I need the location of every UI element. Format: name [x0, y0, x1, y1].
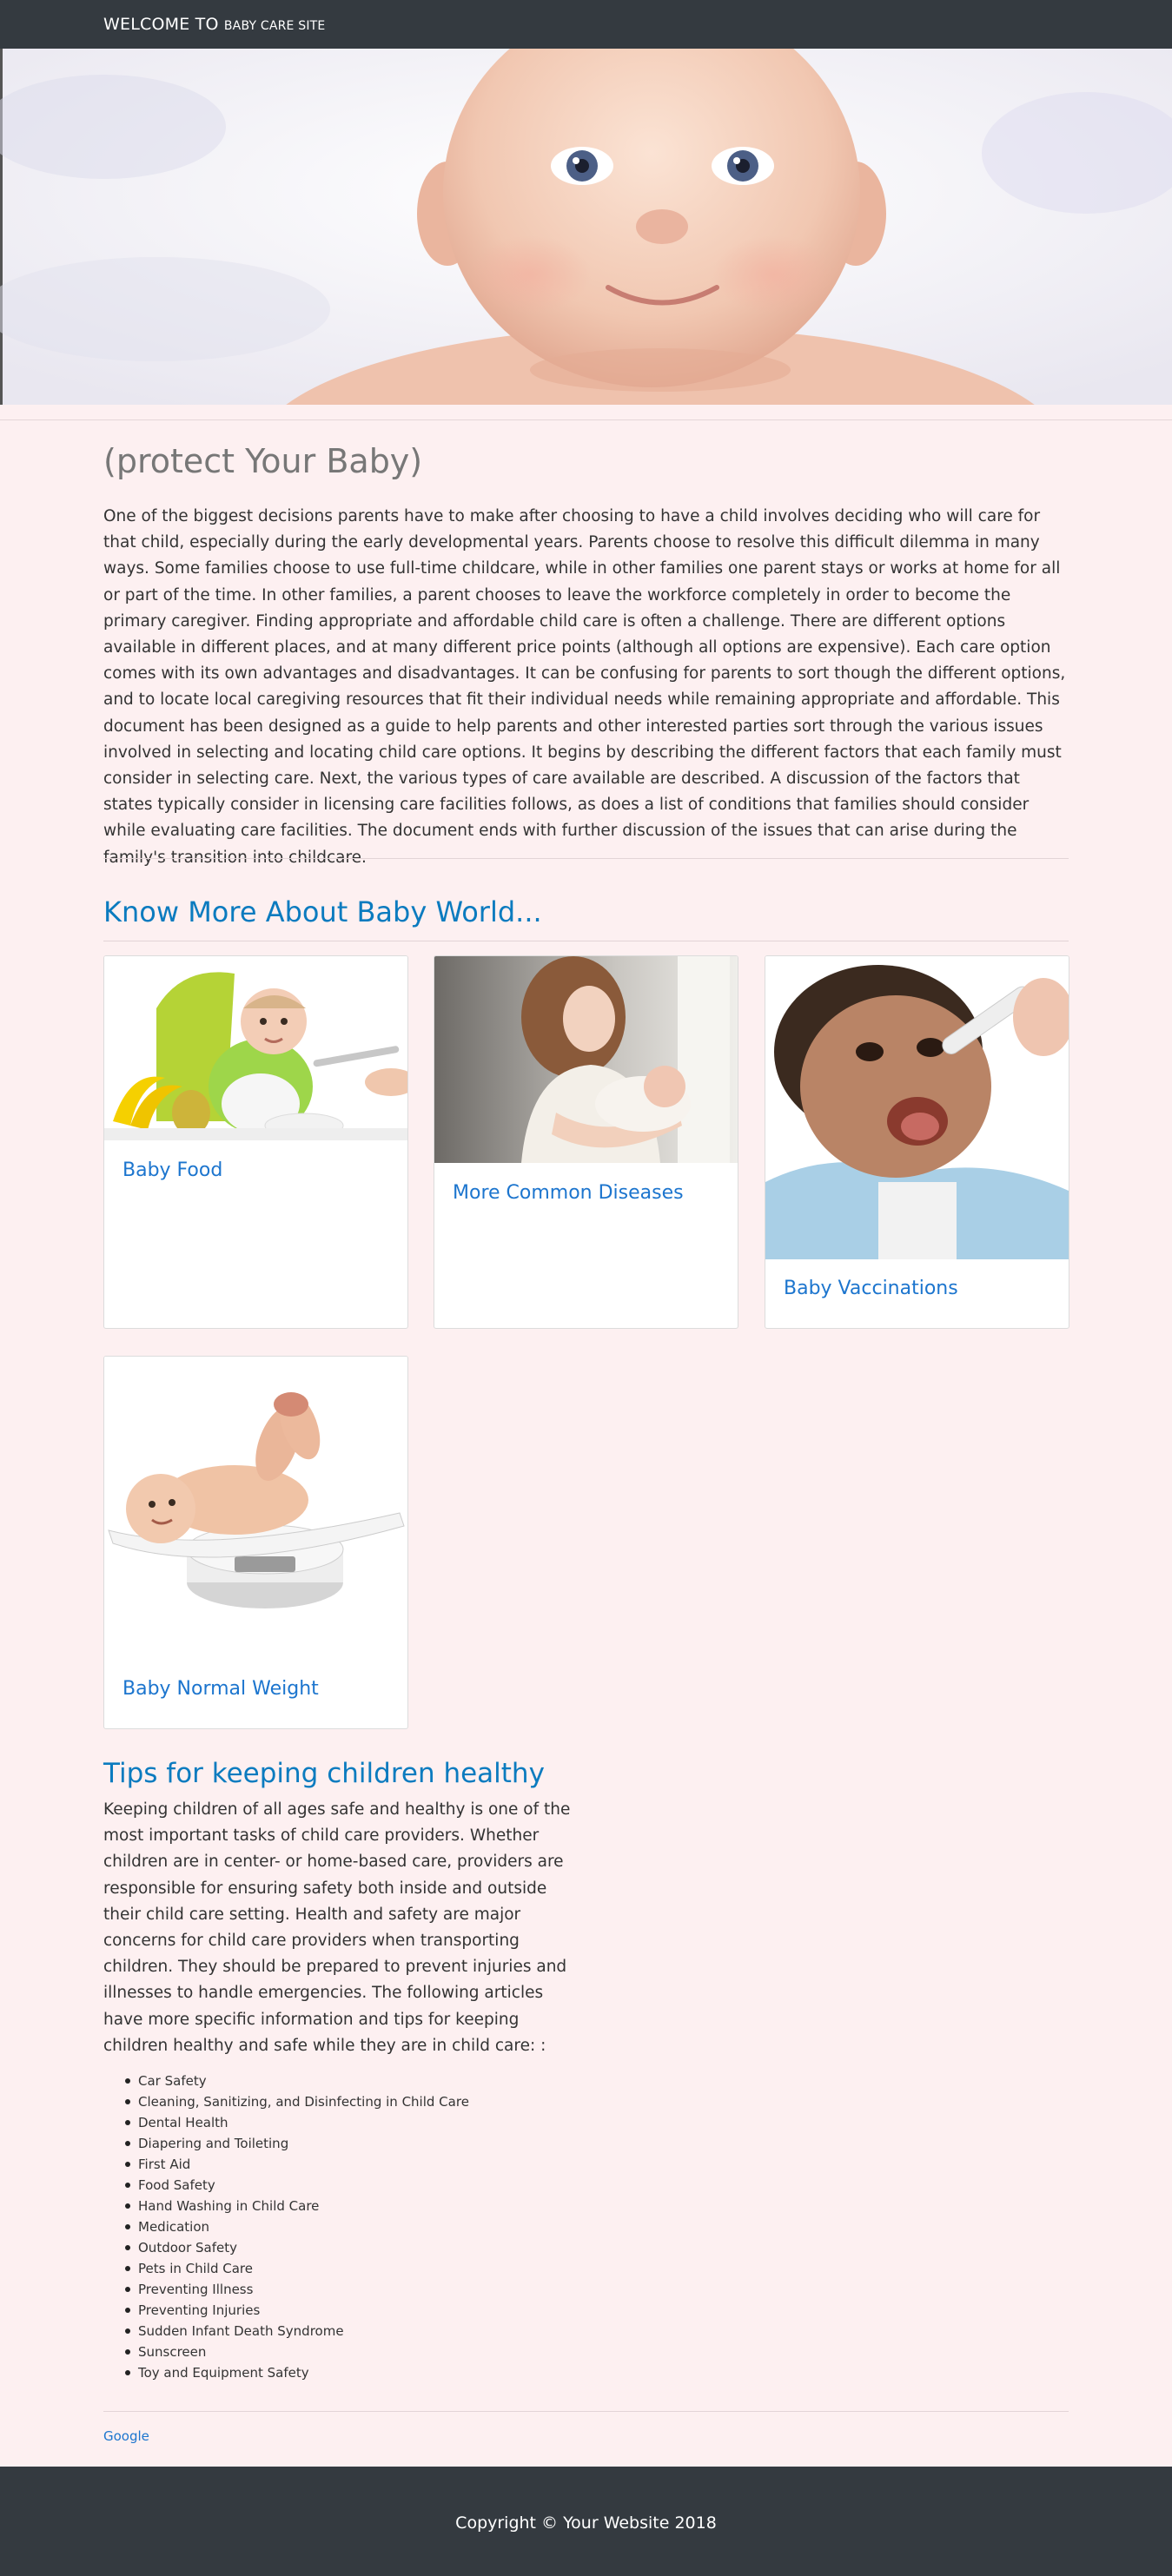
list-item: Diapering and Toileting	[125, 2133, 469, 2154]
list-item: First Aid	[125, 2154, 469, 2175]
list-item: Cleaning, Sanitizing, and Disinfecting i…	[125, 2091, 469, 2112]
site-brand-link[interactable]: WELCOME TO BABY CARE SITE	[103, 15, 325, 36]
baby-food-photo	[104, 956, 407, 1140]
list-item: Preventing Illness	[125, 2279, 469, 2300]
page-title: (protect Your Baby)	[103, 442, 423, 480]
list-item: Sunscreen	[125, 2342, 469, 2362]
tips-heading: Tips for keeping children healthy	[103, 1758, 545, 1789]
list-item: Car Safety	[125, 2071, 469, 2091]
card-image-vaccinations[interactable]	[765, 956, 1069, 1259]
brand-small-text: BABY CARE SITE	[223, 19, 326, 33]
copyright-text: Copyright © Your Website 2018	[455, 2513, 717, 2533]
know-more-heading: Know More About Baby World...	[103, 895, 542, 928]
top-navbar: WELCOME TO BABY CARE SITE	[0, 0, 1172, 49]
card-common-diseases: More Common Diseases	[434, 955, 738, 1329]
section-divider	[103, 858, 1069, 859]
card-image-common-diseases[interactable]	[434, 956, 738, 1163]
card-title-normal-weight[interactable]: Baby Normal Weight	[122, 1677, 319, 1701]
card-title-vaccinations[interactable]: Baby Vaccinations	[784, 1277, 958, 1301]
hero-divider	[0, 419, 1172, 420]
list-item: Medication	[125, 2216, 469, 2237]
card-title-common-diseases[interactable]: More Common Diseases	[453, 1181, 684, 1205]
list-item: Food Safety	[125, 2175, 469, 2196]
list-item: Pets in Child Care	[125, 2258, 469, 2279]
list-item: Preventing Injuries	[125, 2300, 469, 2321]
section-divider	[103, 2411, 1069, 2412]
brand-main-text: WELCOME TO	[103, 15, 219, 34]
card-image-normal-weight[interactable]	[104, 1357, 407, 1660]
baby-face-illustration	[0, 49, 1172, 405]
card-title-baby-food[interactable]: Baby Food	[122, 1159, 222, 1183]
card-normal-weight: Baby Normal Weight	[103, 1356, 408, 1729]
list-item: Sudden Infant Death Syndrome	[125, 2321, 469, 2342]
list-item: Dental Health	[125, 2112, 469, 2133]
baby-vaccination-photo	[765, 956, 1069, 1259]
card-image-baby-food[interactable]	[104, 956, 407, 1140]
list-item: Toy and Equipment Safety	[125, 2362, 469, 2383]
hero-banner-image	[0, 49, 1172, 405]
mother-baby-photo	[434, 956, 738, 1163]
intro-paragraph: One of the biggest decisions parents hav…	[103, 507, 1066, 867]
tips-paragraph: Keeping children of all ages safe and he…	[103, 1800, 571, 2055]
google-link[interactable]: Google	[103, 2428, 149, 2444]
tips-list: Car Safety Cleaning, Sanitizing, and Dis…	[125, 2071, 469, 2383]
card-baby-food: Baby Food	[103, 955, 408, 1329]
list-item: Hand Washing in Child Care	[125, 2196, 469, 2216]
baby-scale-photo	[104, 1357, 407, 1660]
card-vaccinations: Baby Vaccinations	[765, 955, 1069, 1329]
list-item: Outdoor Safety	[125, 2237, 469, 2258]
